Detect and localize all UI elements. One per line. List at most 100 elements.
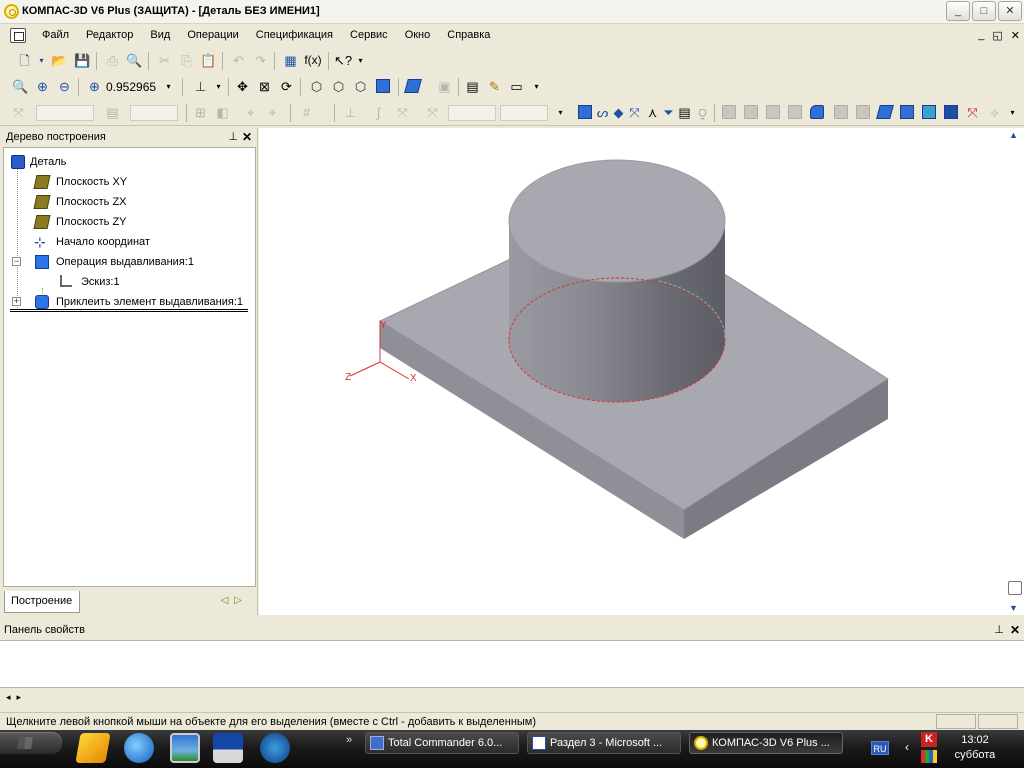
save-icon[interactable]: 💾 [74,52,91,69]
model-viewport[interactable]: Y Z X [259,128,1006,615]
kompas-launcher-icon[interactable] [260,733,290,763]
hole-op-icon[interactable]: ▤ [676,104,693,121]
revolve-op-icon[interactable]: ᔕ [594,104,611,121]
panel-dropdown-icon[interactable]: ▾ [528,78,545,95]
language-indicator[interactable]: RU [871,741,889,755]
rotate-icon[interactable]: ⟳ [278,78,295,95]
section-view-icon[interactable]: ▣ [436,78,453,95]
collapse-toggle[interactable]: − [12,257,21,266]
ortho-icon[interactable]: ◧ [214,104,231,121]
menu-window[interactable]: Окно [399,29,437,41]
tree-close-button[interactable]: ✕ [242,128,252,146]
pan-icon[interactable]: ✥ [234,78,251,95]
orientation-dropdown-icon[interactable]: ▾ [210,78,227,95]
properties-scroll-arrows[interactable]: ◂▸ [6,692,27,703]
menu-operations[interactable]: Операции [181,29,244,41]
layer-combo[interactable] [130,105,178,121]
coordinate-icon[interactable]: ⊥ [342,104,359,121]
task-total-commander[interactable]: Total Commander 6.0... [365,732,519,754]
mirror-icon[interactable]: ⤧ [964,104,981,121]
doc-minimize-button[interactable]: _ [978,29,984,42]
calculator-icon[interactable]: ▦ [282,52,299,69]
filter-op-icon[interactable]: ⏷ [660,104,677,121]
tree-node-sketch[interactable]: Эскиз:1 [56,273,120,291]
context-help-icon[interactable]: ↖? [334,52,352,69]
coords-dropdown-icon[interactable]: ▾ [552,104,569,121]
task-kompas[interactable]: КОМПАС-3D V6 Plus ... [689,732,843,754]
boss-fillet-icon[interactable] [810,105,824,119]
tree-node-plane-xy[interactable]: Плоскость XY [32,173,127,191]
zoom-window-icon[interactable]: 🔍 [12,78,29,95]
tray-flag-icon[interactable] [921,750,937,763]
task-word[interactable]: Раздел 3 - Microsoft ... [527,732,681,754]
desktop-icon[interactable] [170,733,200,763]
quicklaunch-chevron-icon[interactable]: » [346,734,352,746]
close-button[interactable]: ✕ [998,1,1022,21]
antivirus-icon[interactable]: K [921,732,937,747]
tree-node-extrusion[interactable]: Операция выдавливания:1 [32,253,194,271]
doc-close-button[interactable]: ✕ [1011,29,1020,42]
pointer-coords-icon[interactable]: ⤧ [424,104,441,121]
floppy-launcher-icon[interactable] [213,733,243,763]
minimize-button[interactable]: _ [946,1,970,21]
paste-icon[interactable]: 📋 [200,52,217,69]
snap-object-icon[interactable]: ⌖ [264,104,281,121]
zoom-dropdown-icon[interactable]: ▾ [160,78,177,95]
kinematic-op-icon[interactable]: ◆ [610,104,627,121]
tree-node-plane-zy[interactable]: Плоскость ZY [32,213,127,231]
cut-revolve-icon[interactable] [744,105,758,119]
print-icon[interactable]: ⎙ [104,52,121,69]
scroll-box[interactable] [1008,581,1022,595]
cylinder-top-face[interactable] [508,159,726,283]
array-icon[interactable] [944,105,958,119]
clock[interactable]: 13:02 суббота [945,733,1005,763]
maximize-button[interactable]: □ [972,1,996,21]
loft-op-icon[interactable]: ⤧ [626,104,643,121]
edit-properties-icon[interactable]: ✎ [486,78,503,95]
new-dropdown-icon[interactable]: ▾ [33,52,50,69]
help-dropdown-icon[interactable]: ▾ [352,52,369,69]
menu-file[interactable]: Файл [36,29,75,41]
snap-icon[interactable]: ⤧ [10,104,27,121]
thin-hidden-lines-icon[interactable]: ⬡ [352,78,369,95]
open-folder-icon[interactable]: 📂 [51,52,68,69]
properties-icon[interactable]: ▤ [464,78,481,95]
shaded-view-icon[interactable] [376,79,390,93]
tab-scroll-arrows[interactable]: ◁▷ [221,595,248,606]
cut-icon[interactable]: ✂ [156,52,173,69]
start-button[interactable] [0,732,62,754]
print-preview-icon[interactable]: 🔍 [126,52,143,69]
internet-explorer-icon[interactable] [124,733,154,763]
viewport-scrollbar[interactable]: ▲ ▼ [1006,128,1024,615]
winamp-icon[interactable] [75,733,111,763]
chamfer-icon[interactable] [834,105,848,119]
menu-specification[interactable]: Спецификация [250,29,339,41]
fillet-op-icon[interactable]: ⋏ [644,104,661,121]
menu-view[interactable]: Вид [144,29,176,41]
redo-icon[interactable]: ↷ [252,52,269,69]
cut-loft-icon[interactable] [788,105,802,119]
tree-node-origin[interactable]: ⊹ Начало координат [32,233,150,251]
rib-icon[interactable] [856,105,870,119]
shell-op-icon[interactable]: ⍜ [694,104,711,121]
constraint-icon[interactable]: ⤧ [394,104,411,121]
dimension-icon[interactable]: ∫ [370,104,387,121]
cut-extrude-icon[interactable] [722,105,736,119]
layer-icon[interactable]: ▤ [104,104,121,121]
grid-icon[interactable]: ⊞ [192,104,209,121]
properties-pin-icon[interactable]: ⊥ [994,621,1004,639]
expand-toggle[interactable]: + [12,297,21,306]
scroll-down-icon[interactable]: ▼ [1009,603,1018,613]
section-icon[interactable] [900,105,914,119]
coord-y-field[interactable] [500,105,548,121]
menu-edit[interactable]: Редактор [80,29,139,41]
extrude-op-icon[interactable] [578,105,592,119]
variables-fx-button[interactable]: f(x) [302,52,324,69]
new-document-icon[interactable]: 🗋 [16,52,33,69]
show-all-icon[interactable]: ⊠ [256,78,273,95]
tree-node-plane-zx[interactable]: Плоскость ZX [32,193,127,211]
cut-kinematic-icon[interactable] [766,105,780,119]
coord-x-field[interactable] [448,105,496,121]
ops-dropdown-icon[interactable]: ▾ [1004,104,1021,121]
orientation-icon[interactable]: ⊥ [192,78,209,95]
